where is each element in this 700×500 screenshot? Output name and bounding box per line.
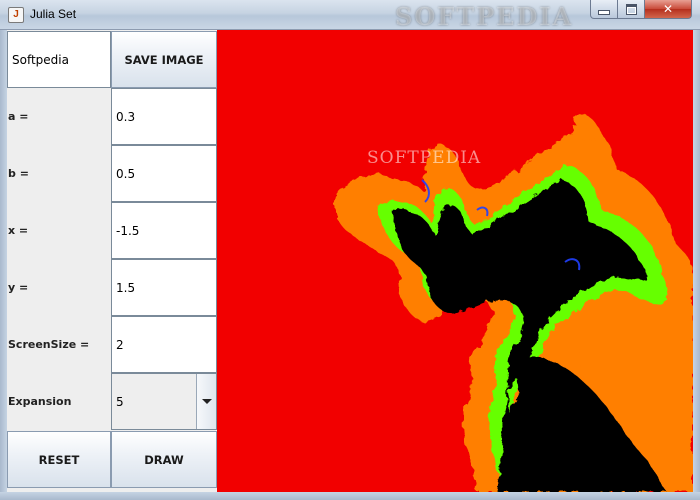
param-a-label: a = [8,110,29,123]
param-x-input[interactable]: -1.5 [111,202,217,259]
param-row-screensize: ScreenSize = 2 [7,316,217,373]
fractal-canvas[interactable]: SOFTPEDIA [217,30,693,492]
title-watermark: SOFTPEDIA [395,2,574,31]
minimize-button[interactable] [590,0,618,19]
param-y-input[interactable]: 1.5 [111,259,217,316]
expansion-row: Expansion 5 [7,373,217,430]
param-row-x: x = -1.5 [7,202,217,259]
expansion-dropdown-button[interactable] [196,374,216,429]
param-a-input[interactable]: 0.3 [111,88,217,145]
close-button[interactable]: ✕ [645,0,692,19]
maximize-button[interactable] [618,0,645,19]
screensize-label: ScreenSize = [8,338,90,351]
expansion-label: Expansion [8,395,72,408]
maximize-icon [625,3,637,15]
top-row: Softpedia SAVE IMAGE [7,31,217,88]
param-b-input[interactable]: 0.5 [111,145,217,202]
canvas-watermark: SOFTPEDIA [367,148,482,168]
param-x-label: x = [8,224,29,237]
param-b-label: b = [8,167,29,180]
param-y-label: y = [8,281,29,294]
param-row-y: y = 1.5 [7,259,217,316]
java-app-icon: J [8,7,24,23]
reset-button[interactable]: RESET [7,431,111,488]
title-bar[interactable]: J Julia Set SOFTPEDIA ✕ [0,0,700,31]
window-title: Julia Set [30,7,77,21]
param-row-b: b = 0.5 [7,145,217,202]
action-row: RESET DRAW [7,431,217,488]
julia-set-image [337,113,693,492]
window-border-left [0,30,7,500]
expansion-select[interactable]: 5 [111,373,217,430]
minimize-icon [598,9,610,15]
control-panel: Softpedia SAVE IMAGE a = 0.3 b = 0.5 x =… [7,31,217,492]
param-row-a: a = 0.3 [7,88,217,145]
draw-button[interactable]: DRAW [111,431,217,488]
window-controls: ✕ [590,0,692,20]
window-border-right [693,30,700,500]
close-icon: ✕ [662,2,674,16]
chevron-down-icon [201,399,212,404]
image-name-input[interactable]: Softpedia [7,31,111,88]
expansion-selected-value: 5 [116,394,124,409]
window-border-bottom [0,492,700,500]
screensize-input[interactable]: 2 [111,316,217,373]
save-image-button[interactable]: SAVE IMAGE [111,31,217,88]
